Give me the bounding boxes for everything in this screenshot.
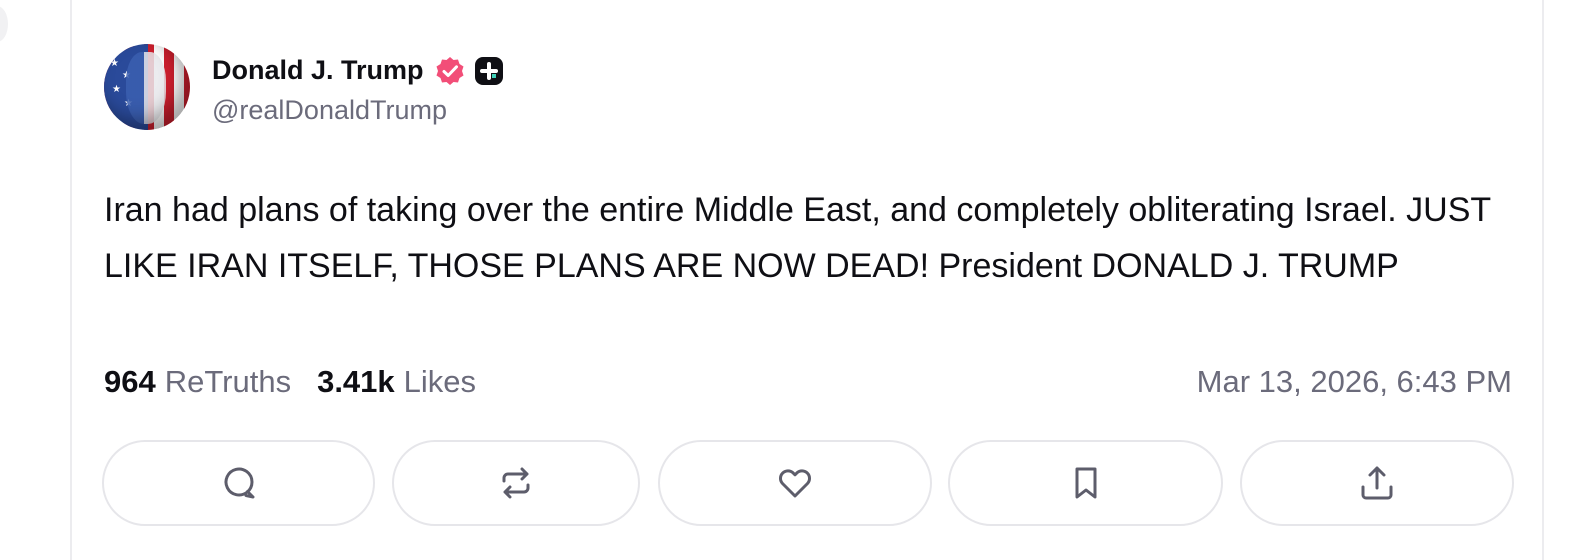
likes-label[interactable]: Likes [404, 364, 476, 400]
share-icon [1361, 466, 1393, 500]
plus-badge-icon [474, 56, 504, 86]
bookmark-icon [1075, 467, 1096, 499]
post-card: ★ ★ ★ ★ Donald J. Trump [70, 0, 1544, 560]
post-timestamp[interactable]: Mar 13, 2026, 6:43 PM [1197, 364, 1512, 400]
author-handle[interactable]: @realDonaldTrump [212, 95, 504, 126]
reply-button[interactable] [102, 440, 375, 526]
like-button[interactable] [658, 440, 932, 526]
author-name[interactable]: Donald J. Trump [212, 55, 424, 86]
retruths-count[interactable]: 964 [104, 364, 156, 400]
verified-badge-icon [434, 55, 466, 87]
share-button[interactable] [1240, 440, 1514, 526]
heart-icon [779, 469, 811, 498]
post-header: ★ ★ ★ ★ Donald J. Trump [104, 44, 504, 130]
previous-item-edge [0, 6, 8, 42]
author-identity: Donald J. Trump @realDonaldTrump [212, 49, 504, 126]
retruths-label[interactable]: ReTruths [165, 364, 291, 400]
action-bar [72, 440, 1546, 530]
post-stats: 964 ReTruths 3.41k Likes Mar 13, 2026, 6… [104, 364, 1512, 400]
comment-icon [224, 467, 254, 499]
repost-icon [502, 467, 530, 499]
likes-count[interactable]: 3.41k [317, 364, 395, 400]
retruth-button[interactable] [392, 440, 640, 526]
avatar[interactable]: ★ ★ ★ ★ [104, 44, 190, 130]
post-text: Iran had plans of taking over the entire… [104, 191, 1491, 285]
bookmark-button[interactable] [948, 440, 1223, 526]
